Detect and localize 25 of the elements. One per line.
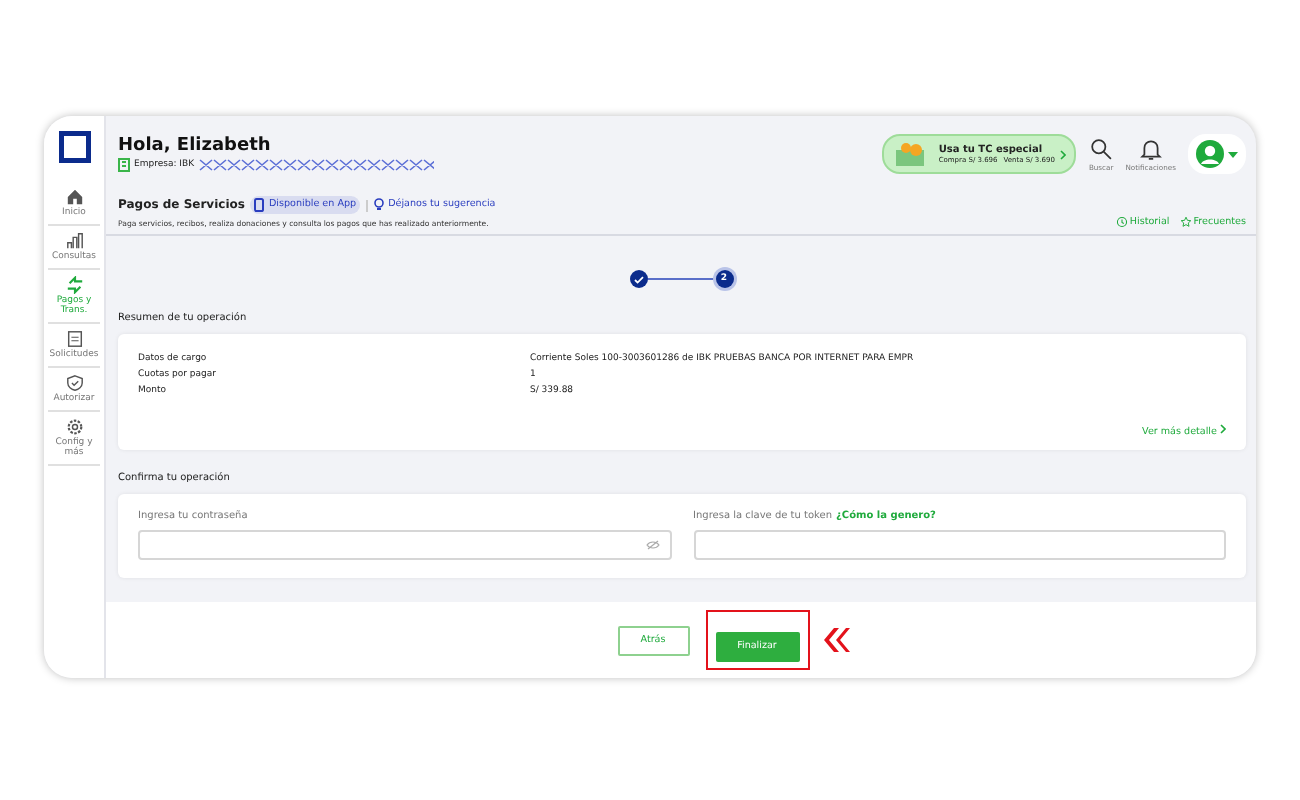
phone-icon — [254, 198, 265, 212]
chevron-icon — [1220, 424, 1226, 434]
eye-slash-icon — [645, 540, 659, 550]
check-icon — [633, 275, 643, 283]
shield-check-icon — [65, 374, 83, 392]
bell-icon — [1139, 137, 1162, 159]
double-chevron-icon — [821, 628, 849, 652]
star-icon — [1179, 216, 1192, 228]
building-icon — [118, 158, 130, 172]
search-icon — [1090, 137, 1113, 159]
home-icon — [65, 188, 83, 206]
bar-chart-icon — [65, 232, 83, 250]
document-icon — [65, 330, 83, 348]
token-field[interactable] — [693, 530, 1226, 560]
settings-icon — [65, 418, 83, 436]
logo-icon — [59, 132, 89, 162]
greeting: Hola, Elizabeth — [118, 136, 273, 156]
clock-icon — [1115, 216, 1128, 228]
password-field[interactable] — [138, 530, 671, 560]
caret-icon — [1228, 151, 1238, 157]
avatar-icon — [1196, 140, 1224, 168]
profile-button[interactable] — [1188, 134, 1246, 174]
lightbulb-icon — [374, 198, 385, 212]
arrows-icon — [65, 276, 83, 294]
chevron-icon — [1060, 149, 1067, 159]
